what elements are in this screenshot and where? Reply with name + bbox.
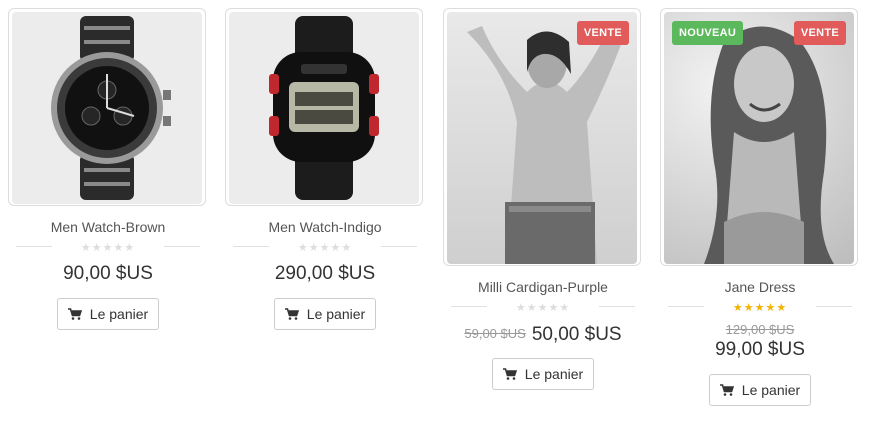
cart-icon	[67, 308, 82, 320]
product-image-frame[interactable]	[8, 8, 206, 206]
rating-stars: ★★★★★	[297, 242, 353, 254]
product-price: 129,00 $US 99,00 $US	[660, 322, 860, 362]
add-to-cart-button[interactable]: Le panier	[708, 374, 812, 406]
rating-stars: ★★★★★	[732, 302, 788, 314]
product-card: NOUVEAU VENTE Jane Dress ★★★★★ 129,00 $U…	[660, 8, 860, 406]
old-price: 59,00 $US	[464, 326, 526, 341]
cart-icon	[284, 308, 299, 320]
product-card: VENTE Milli Cardigan-Purple ★★★★★ 59,00 …	[443, 8, 643, 390]
button-label: Le panier	[89, 306, 149, 322]
rating: ★★★★★	[443, 298, 643, 314]
product-image-frame[interactable]: NOUVEAU VENTE	[660, 8, 858, 266]
product-card: Men Watch-Brown ★★★★★ 90,00 $US Le panie…	[8, 8, 208, 330]
current-price: 90,00 $US	[63, 263, 153, 284]
model-photo-image[interactable]: NOUVEAU VENTE	[664, 12, 854, 264]
digital-watch-image[interactable]	[229, 12, 419, 204]
rating: ★★★★★	[225, 238, 425, 254]
rating: ★★★★★	[8, 238, 208, 254]
rating-stars: ★★★★★	[80, 242, 136, 254]
add-to-cart-button[interactable]: Le panier	[273, 298, 377, 330]
current-price: 99,00 $US	[715, 339, 805, 360]
product-image-frame[interactable]	[225, 8, 423, 206]
product-name[interactable]: Men Watch-Indigo	[225, 218, 425, 236]
old-price: 129,00 $US	[725, 322, 795, 337]
new-badge: NOUVEAU	[672, 21, 744, 45]
product-price: 290,00 $US	[225, 262, 425, 286]
sale-badge: VENTE	[793, 21, 846, 45]
add-to-cart-button[interactable]: Le panier	[491, 358, 595, 390]
sale-badge: VENTE	[576, 21, 629, 45]
wristwatch-image[interactable]	[12, 12, 202, 204]
rating: ★★★★★	[660, 298, 860, 314]
rating-stars: ★★★★★	[515, 302, 571, 314]
product-price: 90,00 $US	[8, 262, 208, 286]
current-price: 50,00 $US	[531, 324, 622, 345]
product-image-frame[interactable]: VENTE	[443, 8, 641, 266]
product-name[interactable]: Men Watch-Brown	[8, 218, 208, 236]
button-label: Le panier	[306, 306, 366, 322]
model-photo-image[interactable]: VENTE	[447, 12, 637, 264]
add-to-cart-button[interactable]: Le panier	[56, 298, 160, 330]
button-label: Le panier	[741, 382, 801, 398]
product-name[interactable]: Jane Dress	[660, 278, 860, 296]
product-name[interactable]: Milli Cardigan-Purple	[443, 278, 643, 296]
product-card: Men Watch-Indigo ★★★★★ 290,00 $US Le pan…	[225, 8, 425, 330]
product-price: 59,00 $US 50,00 $US	[443, 322, 643, 346]
cart-icon	[719, 384, 734, 396]
cart-icon	[502, 368, 517, 380]
current-price: 290,00 $US	[274, 263, 376, 284]
button-label: Le panier	[524, 366, 584, 382]
